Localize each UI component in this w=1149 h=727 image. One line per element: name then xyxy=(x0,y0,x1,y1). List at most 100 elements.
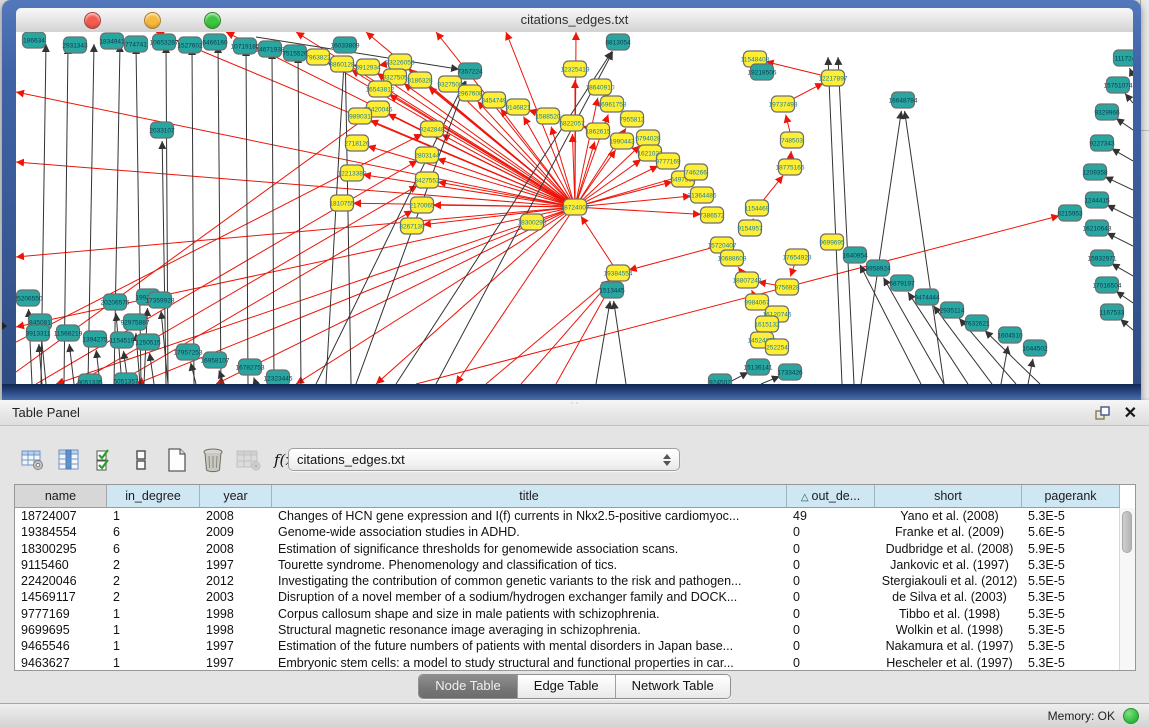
cell-name[interactable]: 18724007 xyxy=(15,508,107,524)
cell-short[interactable]: Stergiakouli et al. (2012) xyxy=(875,573,1022,589)
graph-node[interactable]: 9051335 xyxy=(77,374,103,384)
graph-node[interactable]: 20206576 xyxy=(101,294,130,310)
table-row[interactable]: 1872400712008Changes of HCN gene express… xyxy=(15,508,1135,524)
cell-out_de[interactable]: 0 xyxy=(787,606,875,622)
graph-node[interactable]: 1862615 xyxy=(585,123,611,139)
graph-node[interactable]: 16543812 xyxy=(366,81,395,97)
graph-node[interactable]: 7955812 xyxy=(619,111,645,127)
graph-node[interactable]: 19218506 xyxy=(748,64,777,80)
graph-node[interactable]: 15751074 xyxy=(1104,77,1133,93)
graph-node[interactable]: 1604510 xyxy=(997,327,1023,343)
graph-node[interactable]: 16648784 xyxy=(889,92,918,108)
graph-node[interactable]: 12323445 xyxy=(264,370,293,384)
graph-node[interactable]: 1250515 xyxy=(135,334,161,350)
graph-node[interactable]: 1810755 xyxy=(329,195,355,211)
graph-edge[interactable] xyxy=(1107,205,1133,218)
graph-node[interactable]: 1733426 xyxy=(777,364,803,380)
graph-node[interactable]: 6879197 xyxy=(889,275,915,291)
graph-edge[interactable] xyxy=(136,46,141,384)
table-row[interactable]: 946554611997Estimation of the future num… xyxy=(15,638,1135,654)
table-chooser-dropdown[interactable]: citations_edges.txt xyxy=(288,448,680,471)
graph-node[interactable]: 1154469 xyxy=(745,200,770,216)
graph-edge[interactable] xyxy=(298,55,301,384)
graph-node[interactable]: 8813054 xyxy=(605,34,631,50)
cell-out_de[interactable]: 0 xyxy=(787,622,875,638)
graph-node[interactable]: 19384554 xyxy=(604,265,633,281)
cell-title[interactable]: Embryonic stem cells: a model to study s… xyxy=(272,655,787,671)
table-row[interactable]: 1830029562008Estimation of significance … xyxy=(15,541,1135,557)
graph-node[interactable]: 12325419 xyxy=(561,61,590,77)
graph-node[interactable]: 16782753 xyxy=(236,359,265,375)
cell-pagerank[interactable]: 5.3E-5 xyxy=(1022,638,1120,654)
graph-node[interactable]: 1615132 xyxy=(754,316,780,332)
cell-name[interactable]: 9465546 xyxy=(15,638,107,654)
column-header-out_de[interactable]: △out_de... xyxy=(787,485,875,508)
graph-edge[interactable] xyxy=(192,47,194,384)
graph-edge[interactable] xyxy=(56,207,575,384)
cell-out_de[interactable]: 0 xyxy=(787,638,875,654)
graph-node[interactable]: 111724 xyxy=(1114,50,1134,66)
cell-pagerank[interactable]: 5.3E-5 xyxy=(1022,655,1120,671)
graph-node[interactable]: 92975887 xyxy=(121,314,150,330)
float-panel-button[interactable] xyxy=(1094,405,1110,421)
import-table-button[interactable] xyxy=(234,445,264,475)
window-titlebar[interactable]: citations_edges.txt xyxy=(16,8,1133,33)
graph-edge[interactable] xyxy=(1107,233,1133,246)
cell-short[interactable]: Yano et al. (2008) xyxy=(875,508,1022,524)
graph-node[interactable]: 16961758 xyxy=(598,96,627,112)
graph-node[interactable]: 1044502 xyxy=(1022,340,1048,356)
graph-node[interactable]: 8267130 xyxy=(399,218,425,234)
graph-node[interactable]: 17359928 xyxy=(146,292,175,308)
graph-edge[interactable] xyxy=(218,45,221,384)
cell-year[interactable]: 2009 xyxy=(200,524,272,540)
selection-mode-button[interactable] xyxy=(90,445,120,475)
graph-edge[interactable] xyxy=(1116,291,1133,303)
cell-year[interactable]: 1997 xyxy=(200,557,272,573)
graph-node[interactable]: 1990443 xyxy=(609,133,635,149)
graph-node[interactable]: 7357224 xyxy=(457,63,483,79)
cell-name[interactable]: 18300295 xyxy=(15,541,107,557)
cell-out_de[interactable]: 0 xyxy=(787,524,875,540)
graph-node[interactable]: 1513445 xyxy=(599,282,625,298)
cell-out_de[interactable]: 0 xyxy=(787,573,875,589)
cell-title[interactable]: Investigating the contribution of common… xyxy=(272,573,787,589)
table-row[interactable]: 977716911998Corpus callosum shape and si… xyxy=(15,606,1135,622)
tab-network-table[interactable]: Network Table xyxy=(616,675,730,698)
cell-name[interactable]: 9699695 xyxy=(15,622,107,638)
cell-short[interactable]: Jankovic et al. (1997) xyxy=(875,557,1022,573)
cell-name[interactable]: 9115460 xyxy=(15,557,107,573)
cell-name[interactable]: 19384554 xyxy=(15,524,107,540)
graph-node[interactable]: 7632621 xyxy=(964,315,990,331)
cell-short[interactable]: Tibbo et al. (1998) xyxy=(875,606,1022,622)
close-panel-button[interactable]: ✕ xyxy=(1124,403,1137,423)
graph-node[interactable]: 186634 xyxy=(23,32,46,48)
cell-year[interactable]: 1997 xyxy=(200,655,272,671)
cell-out_de[interactable]: 49 xyxy=(787,508,875,524)
graph-node[interactable]: 14671938 xyxy=(256,41,285,57)
cell-pagerank[interactable]: 5.6E-5 xyxy=(1022,524,1120,540)
graph-edge[interactable] xyxy=(216,207,575,384)
graph-node[interactable]: 1167533 xyxy=(1100,304,1125,320)
cell-pagerank[interactable]: 5.3E-5 xyxy=(1022,557,1120,573)
graph-node[interactable]: 9699695 xyxy=(819,234,845,250)
cell-year[interactable]: 2012 xyxy=(200,573,272,589)
graph-node[interactable]: 18724007 xyxy=(561,199,590,215)
graph-node[interactable]: 7386572 xyxy=(699,207,725,223)
cell-in_degree[interactable]: 1 xyxy=(107,508,200,524)
column-visibility-button[interactable] xyxy=(54,445,84,475)
cell-name[interactable]: 9777169 xyxy=(15,606,107,622)
graph-node[interactable]: 16033809 xyxy=(331,37,360,53)
graph-node[interactable]: 252254 xyxy=(766,339,789,355)
graph-node[interactable]: 1834941 xyxy=(99,33,125,49)
cell-year[interactable]: 1998 xyxy=(200,606,272,622)
cell-name[interactable]: 22420046 xyxy=(15,573,107,589)
cell-title[interactable]: Disruption of a novel member of a sodium… xyxy=(272,589,787,605)
graph-node[interactable]: 2931343 xyxy=(62,37,88,53)
graph-edge[interactable] xyxy=(36,161,418,384)
graph-node[interactable]: 1640954 xyxy=(842,247,868,263)
graph-node[interactable]: 9474444 xyxy=(914,289,940,305)
graph-edge[interactable] xyxy=(16,92,575,207)
cell-pagerank[interactable]: 5.9E-5 xyxy=(1022,541,1120,557)
graph-node[interactable]: 9756928 xyxy=(774,279,800,295)
network-canvas[interactable]: 1872400779638228860128891293423226058932… xyxy=(16,32,1133,384)
